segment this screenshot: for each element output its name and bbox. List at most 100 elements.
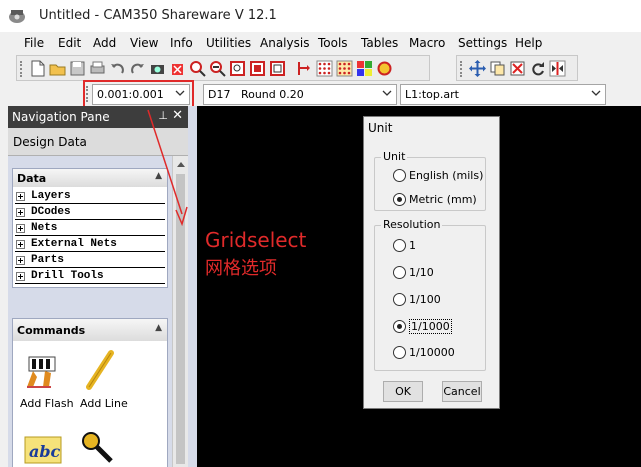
annotation-label-english: Gridselect xyxy=(205,228,307,252)
expand-icon[interactable] xyxy=(16,272,25,281)
chevron-down-icon[interactable] xyxy=(382,88,392,98)
radio-label: 1/10000 xyxy=(409,346,455,359)
unit-groupbox: Unit English (mils) Metric (mm) xyxy=(374,150,486,211)
layer-color-icon[interactable] xyxy=(356,60,373,77)
zoom-window-icon[interactable] xyxy=(229,60,246,77)
move-icon[interactable] xyxy=(469,60,486,77)
zoom-out-icon[interactable] xyxy=(209,60,226,77)
expand-icon[interactable] xyxy=(16,256,25,265)
radio-circle[interactable] xyxy=(393,239,406,252)
add-text-icon[interactable]: abc xyxy=(23,429,63,467)
radio-label: 1/100 xyxy=(409,293,441,306)
radio-circle[interactable] xyxy=(393,346,406,359)
menu-add[interactable]: Add xyxy=(93,36,116,50)
radio-dot xyxy=(397,324,402,329)
nav-pane-title: Navigation Pane xyxy=(12,110,110,124)
annotation-arrow-icon xyxy=(147,109,188,226)
snap-icon[interactable] xyxy=(296,60,313,77)
grid-icon[interactable] xyxy=(316,60,333,77)
mirror-icon[interactable] xyxy=(549,60,566,77)
svg-text:abc: abc xyxy=(29,442,61,461)
dcode-combo[interactable]: D17 Round 0.20 xyxy=(203,84,397,105)
save-icon[interactable] xyxy=(69,60,86,77)
dcode-value: D17 Round 0.20 xyxy=(208,88,304,101)
copy-icon[interactable] xyxy=(489,60,506,77)
tree-item-label: Layers xyxy=(31,190,71,202)
radio-dot xyxy=(397,197,402,202)
unit-group-label: Unit xyxy=(381,150,408,163)
menu-info[interactable]: Info xyxy=(170,36,193,50)
tree-item-label: Nets xyxy=(31,222,58,234)
ok-button[interactable]: OK xyxy=(383,381,423,402)
edit-toolbar xyxy=(456,55,578,81)
radio-circle[interactable] xyxy=(393,293,406,306)
menu-view[interactable]: View xyxy=(130,36,158,50)
window-title: Untitled - CAM350 Shareware V 12.1 xyxy=(39,8,277,23)
cancel-button[interactable]: Cancel xyxy=(442,381,482,402)
menu-edit[interactable]: Edit xyxy=(58,36,81,50)
add-arc-icon[interactable] xyxy=(79,429,119,467)
new-file-icon[interactable] xyxy=(29,60,46,77)
menu-utilities[interactable]: Utilities xyxy=(206,36,251,50)
dialog-title: Unit xyxy=(368,121,393,135)
radio-label: English (mils) xyxy=(409,169,484,182)
radio-circle[interactable] xyxy=(393,320,406,333)
unit-dialog: Unit Unit English (mils) Metric (mm) Res… xyxy=(363,116,500,409)
menu-bar: File Edit Add View Info Utilities Analys… xyxy=(0,32,641,54)
menu-help[interactable]: Help xyxy=(515,36,542,50)
add-flash-icon[interactable] xyxy=(23,349,63,393)
delete-x-icon[interactable] xyxy=(509,60,526,77)
radio-label: 1 xyxy=(409,239,416,252)
resolution-group-label: Resolution xyxy=(381,218,443,231)
tree-item-label: Drill Tools xyxy=(31,270,104,282)
menu-tools[interactable]: Tools xyxy=(318,36,348,50)
tree-item-parts[interactable]: Parts xyxy=(15,253,165,268)
zoom-all-icon[interactable] xyxy=(269,60,286,77)
expand-icon[interactable] xyxy=(16,224,25,233)
commands-panel-header[interactable]: Commands ▲ xyxy=(13,319,167,341)
toolbar-grip[interactable] xyxy=(460,61,463,77)
radio-label: Metric (mm) xyxy=(409,193,477,206)
expand-icon[interactable] xyxy=(16,208,25,217)
menu-analysis[interactable]: Analysis xyxy=(260,36,309,50)
collapse-icon[interactable]: ▲ xyxy=(155,323,162,333)
title-bar: Untitled - CAM350 Shareware V 12.1 xyxy=(0,0,641,32)
commands-panel: Commands ▲ Add Flash Add Line abc xyxy=(12,318,168,467)
menu-macro[interactable]: Macro xyxy=(409,36,445,50)
menu-file[interactable]: File xyxy=(24,36,44,50)
tree-item-drill-tools[interactable]: Drill Tools xyxy=(15,269,165,284)
chevron-down-icon[interactable] xyxy=(591,88,601,98)
app-icon xyxy=(9,10,25,23)
menu-tables[interactable]: Tables xyxy=(361,36,398,50)
open-folder-icon[interactable] xyxy=(49,60,66,77)
camera-icon[interactable] xyxy=(149,60,166,77)
delete-icon[interactable] xyxy=(169,60,186,77)
print-icon[interactable] xyxy=(89,60,106,77)
radio-label: 1/10 xyxy=(409,266,434,279)
layer-combo[interactable]: L1:top.art xyxy=(400,84,606,105)
add-line-label: Add Line xyxy=(80,397,128,410)
commands-panel-title: Commands xyxy=(17,324,86,337)
annotation-label-chinese: 网格选项 xyxy=(205,258,277,279)
grid-dots-icon[interactable] xyxy=(336,60,353,77)
tree-item-label: DCodes xyxy=(31,206,71,218)
radio-circle[interactable] xyxy=(393,169,406,182)
rotate-icon[interactable] xyxy=(529,60,546,77)
toolbar-grip[interactable] xyxy=(20,61,23,77)
grid-select-highlight xyxy=(83,80,194,108)
tree-item-label: External Nets xyxy=(31,238,117,250)
tree-item-external-nets[interactable]: External Nets xyxy=(15,237,165,252)
tree-item-label: Parts xyxy=(31,254,65,266)
radio-circle[interactable] xyxy=(393,266,406,279)
redo-icon[interactable] xyxy=(129,60,146,77)
undo-icon[interactable] xyxy=(109,60,126,77)
paint-icon[interactable] xyxy=(376,60,393,77)
radio-circle[interactable] xyxy=(393,193,406,206)
zoom-in-icon[interactable] xyxy=(189,60,206,77)
zoom-fit-icon[interactable] xyxy=(249,60,266,77)
menu-settings[interactable]: Settings xyxy=(458,36,507,50)
expand-icon[interactable] xyxy=(16,240,25,249)
add-flash-label: Add Flash xyxy=(20,397,74,410)
add-line-icon[interactable] xyxy=(81,349,121,393)
expand-icon[interactable] xyxy=(16,192,25,201)
